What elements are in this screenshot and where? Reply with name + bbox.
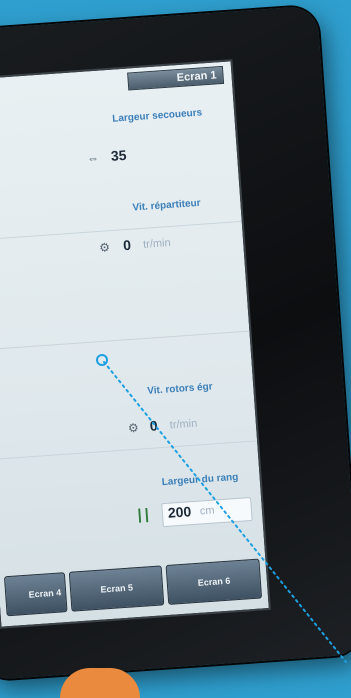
callout-line bbox=[103, 361, 347, 663]
